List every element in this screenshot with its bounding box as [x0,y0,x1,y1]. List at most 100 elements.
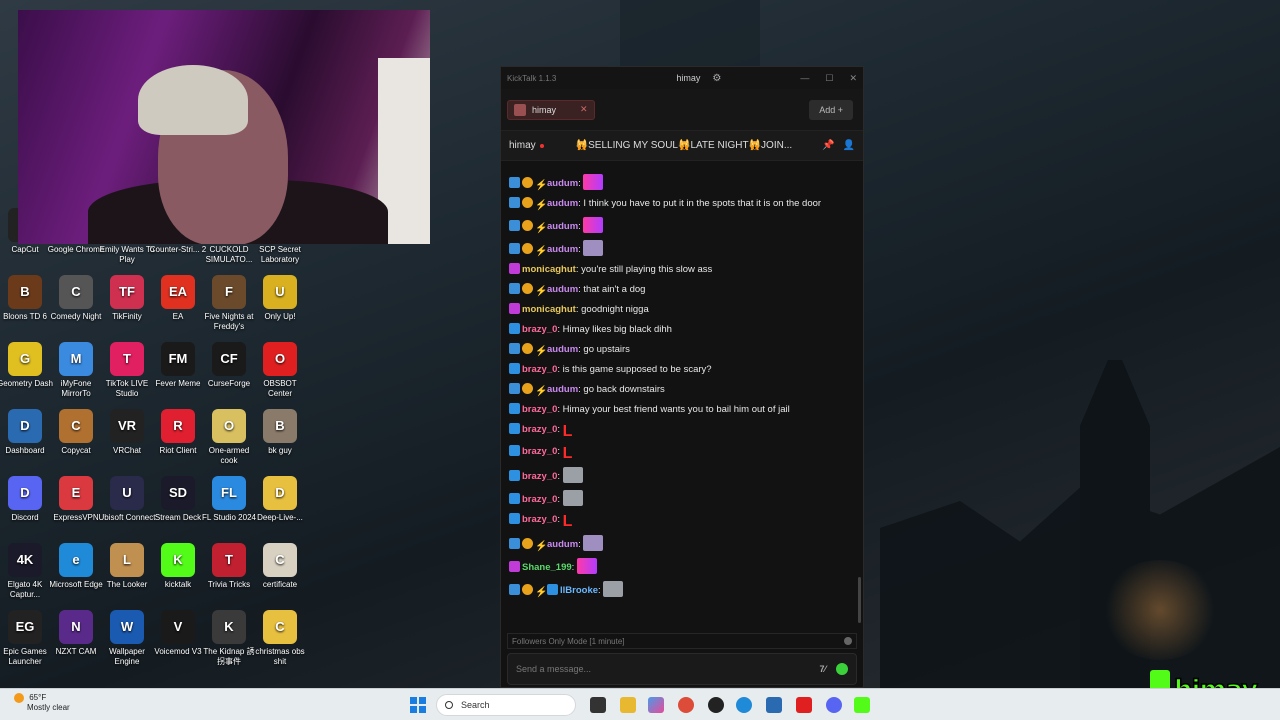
edge-icon[interactable] [736,697,752,713]
minimize-button[interactable]: — [800,73,809,84]
taskview-icon[interactable] [590,697,606,713]
chat-message[interactable]: brazy_0: L [509,513,855,530]
chat-message[interactable]: ⚡audum: [509,240,855,257]
chat-username[interactable]: brazy_0 [522,471,557,482]
desktop-icon[interactable]: FL FL Studio 2024 [200,476,258,523]
message-input[interactable] [516,664,820,674]
desktop-icon[interactable]: E ExpressVPN [47,476,105,523]
desktop-icon[interactable]: O OBSBOT Center [251,342,309,399]
chat-message[interactable]: ⚡audum: I think you have to put it in th… [509,197,855,211]
gear-icon[interactable]: ⚙ [712,73,721,84]
window-titlebar[interactable]: KickTalk 1.1.3 himay ⚙ — ☐ ✕ [501,67,863,89]
chat-username[interactable]: monicaghut [522,264,576,275]
copilot-icon[interactable] [648,697,664,713]
chat-username[interactable]: monicaghut [522,304,576,315]
obs-icon[interactable] [708,697,724,713]
chrome-icon[interactable] [678,697,694,713]
desktop-icon[interactable]: Ccertificate [251,543,309,590]
desktop-icon[interactable]: F Five Nights at Freddy's [200,275,258,332]
file-explorer-icon[interactable] [620,697,636,713]
stream-channel-name[interactable]: himay [509,140,536,151]
weather-widget[interactable]: 65°F Mostly clear [14,693,70,713]
store-icon[interactable] [766,697,782,713]
pin-icon[interactable]: 📌 [822,140,834,151]
close-tab-icon[interactable]: ✕ [580,104,588,115]
chat-username[interactable]: llBrooke [560,585,598,596]
desktop-icon[interactable]: TF TikFinity [98,275,156,322]
chat-message[interactable]: ⚡audum: [509,217,855,234]
chat-username[interactable]: audum [547,284,578,295]
desktop-icon[interactable]: EG Epic Games Launcher [0,610,54,667]
desktop-icon[interactable]: D Deep-Live-... [251,476,309,523]
desktop-icon[interactable]: MiMyFone MirrorTo [47,342,105,399]
chat-username[interactable]: brazy_0 [522,364,557,375]
chat-username[interactable]: brazy_0 [522,446,557,457]
chat-username[interactable]: audum [547,344,578,355]
discord-icon[interactable] [826,697,842,713]
emote-picker-icon[interactable] [836,663,848,675]
desktop-icon[interactable]: VR VRChat [98,409,156,456]
desktop-icon[interactable]: R Riot Client [149,409,207,456]
chat-username[interactable]: brazy_0 [522,404,557,415]
chat-username[interactable]: brazy_0 [522,424,557,435]
chat-username[interactable]: audum [547,221,578,232]
desktop-icon[interactable]: B Bloons TD 6 [0,275,54,322]
chat-message[interactable]: brazy_0: Himay your best friend wants yo… [509,403,855,416]
desktop-icon[interactable]: EA EA [149,275,207,322]
chat-message[interactable]: brazy_0: is this game supposed to be sca… [509,363,855,376]
desktop-icon[interactable]: T Trivia Tricks [200,543,258,590]
desktop-icon[interactable]: 4K Elgato 4K Captur... [0,543,54,600]
add-channel-button[interactable]: Add + [809,99,853,120]
desktop-icon[interactable]: U Ubisoft Connect [98,476,156,523]
desktop-icon[interactable]: Cchristmas obs shit [251,610,309,667]
chat-message[interactable]: brazy_0: [509,490,855,506]
desktop-icon[interactable]: N NZXT CAM [47,610,105,657]
youtube-icon[interactable] [796,697,812,713]
7tv-emote-icon[interactable]: 7⁄ [819,664,826,674]
maximize-button[interactable]: ☐ [825,73,833,84]
chat-message[interactable]: ⚡ llBrooke: [509,581,855,598]
desktop-icon[interactable]: D Discord [0,476,54,523]
chat-username[interactable]: audum [547,384,578,395]
chat-username[interactable]: audum [547,244,578,255]
desktop-icon[interactable]: CF CurseForge [200,342,258,389]
desktop-icon[interactable]: U Only Up! [251,275,309,322]
chat-message[interactable]: ⚡audum: go back downstairs [509,383,855,397]
chat-username[interactable]: brazy_0 [522,514,557,525]
kicktalk-taskbar-icon[interactable] [854,697,870,713]
chat-message[interactable]: brazy_0: L [509,423,855,440]
chat-message[interactable]: ⚡audum: [509,535,855,552]
chat-message[interactable]: ⚡audum: go upstairs [509,343,855,357]
chat-username[interactable]: Shane_199 [522,562,572,573]
info-icon[interactable] [844,637,852,645]
start-button[interactable] [410,697,426,713]
close-button[interactable]: ✕ [849,73,857,84]
desktop-icon[interactable]: V Voicemod V3 [149,610,207,657]
chat-message[interactable]: brazy_0: Himay likes big black dihh [509,323,855,336]
chat-scrollbar[interactable] [858,577,861,623]
chat-message[interactable]: brazy_0: [509,467,855,483]
desktop-icon[interactable]: e Microsoft Edge [47,543,105,590]
chat-message[interactable]: monicaghut: you're still playing this sl… [509,263,855,276]
desktop-icon[interactable]: O One-armed cook [200,409,258,466]
chat-username[interactable]: audum [547,198,578,209]
desktop-icon[interactable]: D Dashboard [0,409,54,456]
desktop-icon[interactable]: L The Looker [98,543,156,590]
desktop-icon[interactable]: C Copycat [47,409,105,456]
desktop-icon[interactable]: Bbk guy [251,409,309,456]
desktop-icon[interactable]: FM Fever Meme [149,342,207,389]
chat-message[interactable]: brazy_0: L [509,445,855,462]
tab-himay[interactable]: himay ✕ [507,99,595,120]
desktop-icon[interactable]: K The Kidnap 誘拐事件 [200,610,258,667]
chat-message[interactable]: ⚡audum: that ain't a dog [509,283,855,297]
taskbar-search[interactable]: Search [436,694,576,716]
desktop-icon[interactable]: G Geometry Dash [0,342,54,389]
chat-message[interactable]: Shane_199: [509,558,855,574]
desktop-icon[interactable]: Kkicktalk [149,543,207,590]
desktop-icon[interactable]: C Comedy Night [47,275,105,322]
desktop-icon[interactable]: T TikTok LIVE Studio [98,342,156,399]
desktop-icon[interactable]: W Wallpaper Engine [98,610,156,667]
chat-username[interactable]: brazy_0 [522,324,557,335]
chat-messages[interactable]: ⚡audum: ⚡audum: I think you have to put … [501,168,863,630]
chat-username[interactable]: audum [547,539,578,550]
